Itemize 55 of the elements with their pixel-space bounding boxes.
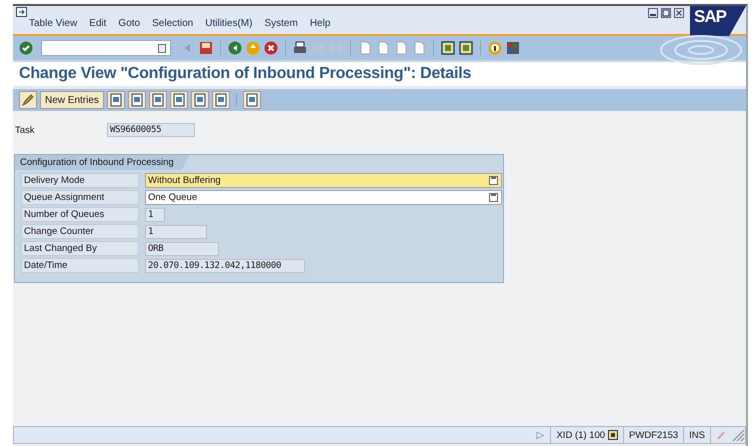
server-name: PWDF2153: [623, 427, 684, 443]
dropdown-field[interactable]: One Queue: [145, 190, 502, 205]
new-entries-button[interactable]: New Entries: [40, 91, 104, 109]
field-label: Queue Assignment: [21, 190, 139, 205]
cancel-icon[interactable]: [264, 41, 278, 55]
menu-item[interactable]: Selection: [152, 18, 194, 29]
display-field: ORB: [145, 242, 219, 256]
insert-mode: INS: [683, 427, 710, 443]
screen-title: Change View "Configuration of Inbound Processing": Details: [19, 65, 472, 83]
display-field: 1: [145, 224, 207, 238]
menu-item[interactable]: System: [264, 18, 298, 29]
document-icon[interactable]: [170, 91, 188, 109]
check-icon[interactable]: [19, 41, 33, 55]
display-field: 20.070.109.132.042,1180000: [145, 258, 305, 272]
task-field: WS96600055: [107, 123, 195, 137]
maximize-icon[interactable]: [661, 8, 671, 18]
document-icon[interactable]: [242, 91, 261, 109]
minimize-icon[interactable]: [648, 8, 658, 18]
document-icon[interactable]: [128, 91, 146, 109]
field-label: Number of Queues: [21, 207, 139, 222]
field-label: Last Changed By: [21, 241, 139, 256]
save-icon[interactable]: [199, 41, 213, 55]
display-field: 1: [145, 208, 165, 222]
window-icon[interactable]: [441, 41, 455, 55]
window-icon[interactable]: [459, 41, 473, 55]
resize-grip-icon[interactable]: [731, 428, 745, 442]
field-label: Delivery Mode: [21, 173, 139, 188]
dropdown-field[interactable]: Without Buffering: [145, 173, 502, 188]
help-icon[interactable]: [488, 41, 502, 55]
field-label: Change Counter: [21, 224, 139, 239]
document-icon[interactable]: [148, 91, 167, 109]
close-icon[interactable]: [674, 8, 684, 18]
group-title: Configuration of Inbound Processing: [15, 155, 190, 170]
document-icon[interactable]: [106, 91, 125, 109]
back-icon[interactable]: [228, 41, 242, 55]
menu-item[interactable]: Help: [310, 18, 330, 29]
sap-logo: SAP: [690, 6, 746, 36]
field-label: Task: [15, 124, 36, 136]
menu-item[interactable]: Goto: [118, 18, 140, 29]
system-text: XID (1) 100: [556, 430, 606, 440]
menu-item[interactable]: Edit: [89, 18, 106, 29]
window-menu-icon[interactable]: [16, 7, 27, 17]
document-icon[interactable]: [190, 91, 209, 109]
expand-arrow[interactable]: ▷: [530, 429, 550, 441]
menu-item[interactable]: Table View: [29, 18, 78, 29]
printer-icon[interactable]: [293, 41, 307, 55]
pencil-icon[interactable]: [19, 91, 37, 109]
document-icon[interactable]: [212, 91, 230, 109]
session-icon[interactable]: [608, 430, 618, 440]
dropdown-icon[interactable]: [489, 176, 498, 185]
command-field[interactable]: [41, 40, 171, 56]
menu-item[interactable]: Utilities(M): [205, 18, 252, 29]
palette-icon[interactable]: [506, 41, 520, 55]
dropdown-icon[interactable]: [489, 193, 498, 202]
field-label: Date/Time: [21, 258, 139, 273]
